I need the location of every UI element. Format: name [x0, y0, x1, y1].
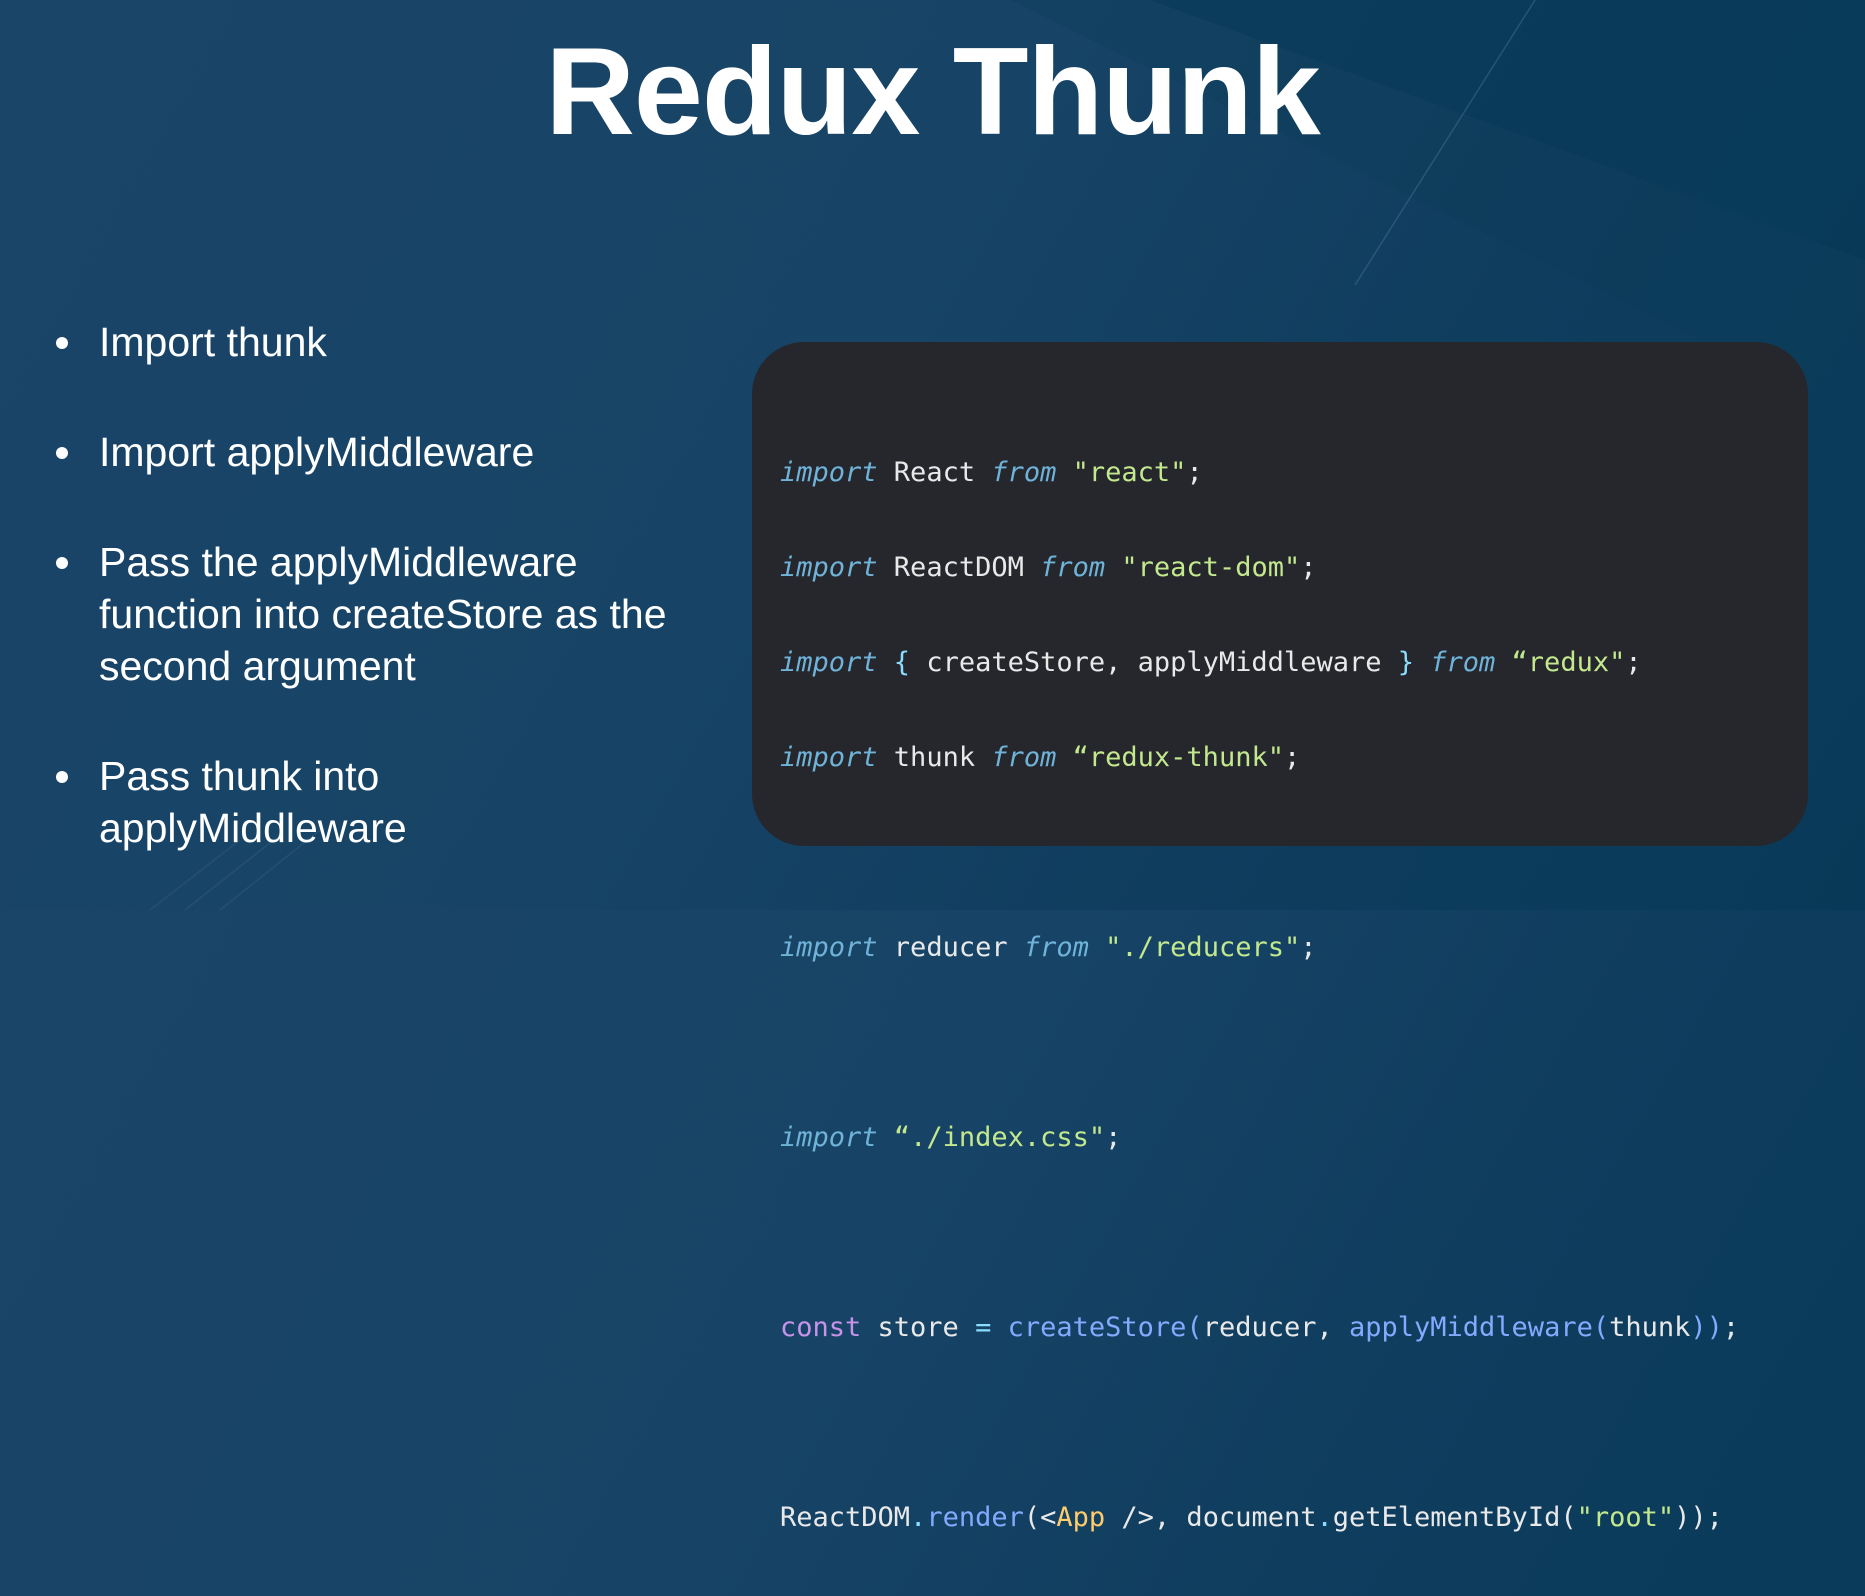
code-text: createStore, applyMiddleware: [910, 647, 1398, 678]
code-paren: )): [1690, 1312, 1723, 1343]
bullet-item: Pass the applyMiddleware function into c…: [54, 536, 694, 692]
code-block: import React from "react"; import ReactD…: [752, 342, 1808, 1533]
code-operator: =: [975, 1312, 992, 1343]
code-dot: .: [1316, 1502, 1333, 1533]
code-text: ReactDOM: [780, 1502, 911, 1533]
code-keyword: from: [1040, 552, 1106, 583]
code-text: reducer,: [1202, 1312, 1349, 1343]
bullet-text: Import thunk: [99, 319, 327, 365]
bullet-item: Pass thunk into applyMiddleware: [54, 750, 694, 854]
bullet-item: Import thunk: [54, 316, 694, 368]
code-paren: (: [1592, 1312, 1610, 1343]
code-keyword: import: [780, 457, 878, 488]
bullet-dot-icon: [56, 447, 68, 459]
bullet-text: Import applyMiddleware: [99, 429, 535, 475]
bullet-dot-icon: [56, 337, 68, 349]
code-text: getElementById(: [1332, 1502, 1577, 1533]
bullet-item: Import applyMiddleware: [54, 426, 694, 478]
code-brace: }: [1397, 647, 1414, 678]
code-keyword: import: [780, 1122, 878, 1153]
code-keyword: import: [780, 552, 878, 583]
code-line: import reducer from "./reducers";: [780, 931, 1780, 964]
code-text: ;: [1300, 932, 1317, 963]
slide-title: Redux Thunk: [545, 23, 1320, 161]
code-text: ;: [1722, 1312, 1740, 1343]
code-text: ;: [1625, 647, 1642, 678]
code-text: reducer: [877, 932, 1024, 963]
code-keyword: from: [991, 457, 1057, 488]
code-keyword: import: [780, 647, 878, 678]
code-line: import { createStore, applyMiddleware } …: [780, 646, 1780, 679]
code-dot: .: [910, 1502, 927, 1533]
code-paren: (: [1186, 1312, 1203, 1343]
code-const: const: [780, 1312, 862, 1343]
code-keyword: from: [1414, 647, 1496, 678]
code-text: React: [877, 457, 992, 488]
code-function: applyMiddleware: [1349, 1312, 1593, 1343]
code-text: ;: [1300, 552, 1317, 583]
code-string: "react-dom": [1121, 552, 1301, 583]
code-brace: {: [877, 647, 911, 678]
code-line: import React from "react";: [780, 456, 1780, 489]
code-line: import ReactDOM from "react-dom";: [780, 551, 1780, 584]
code-line: const store = createStore(reducer, apply…: [780, 1311, 1780, 1344]
code-text: store: [861, 1312, 976, 1343]
bullet-list: Import thunk Import applyMiddleware Pass…: [54, 316, 694, 912]
code-text: />, document: [1105, 1502, 1317, 1533]
bullet-text: Pass thunk into applyMiddleware: [99, 753, 407, 851]
code-line: ReactDOM.render(<App />, document.getEle…: [780, 1501, 1780, 1534]
bullet-dot-icon: [56, 771, 68, 783]
code-function: render: [926, 1502, 1024, 1533]
code-keyword: from: [1023, 932, 1089, 963]
code-keyword: import: [780, 932, 878, 963]
code-string: "./reducers": [1105, 932, 1301, 963]
code-string: "root": [1576, 1502, 1675, 1533]
code-string: “redux": [1511, 647, 1626, 678]
code-string: “./index.css": [893, 1122, 1106, 1153]
code-text: (<: [1023, 1502, 1057, 1533]
code-text: thunk: [1609, 1312, 1691, 1343]
code-text: ;: [1105, 1122, 1122, 1153]
code-line: import “./index.css";: [780, 1121, 1780, 1154]
code-text: ;: [1186, 457, 1203, 488]
code-text: thunk: [877, 742, 992, 773]
code-text: ));: [1674, 1502, 1723, 1533]
code-content: import React from "react"; import ReactD…: [780, 394, 1780, 1596]
code-keyword: from: [991, 742, 1057, 773]
code-line: import thunk from “redux-thunk";: [780, 741, 1780, 774]
code-string: "react": [1072, 457, 1187, 488]
code-keyword: import: [780, 742, 878, 773]
code-jsx-tag: App: [1056, 1502, 1106, 1533]
code-function: createStore: [1007, 1312, 1187, 1343]
bullet-text: Pass the applyMiddleware function into c…: [99, 539, 667, 689]
bullet-dot-icon: [56, 557, 68, 569]
code-string: “redux-thunk": [1072, 742, 1284, 773]
code-text: ReactDOM: [877, 552, 1041, 583]
code-text: ;: [1283, 742, 1301, 773]
